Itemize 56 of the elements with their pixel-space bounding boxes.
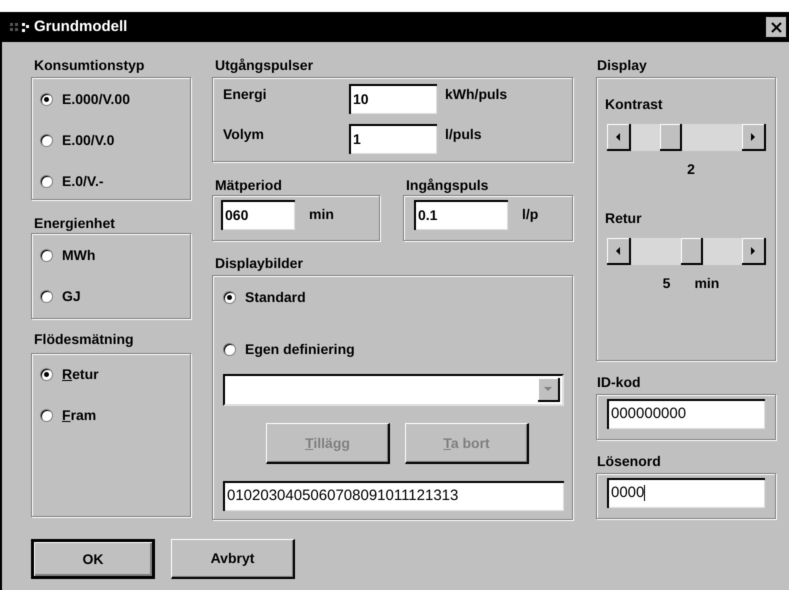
group-title: Konsumtionstyp [34, 56, 146, 75]
group-title: ID-kod [597, 373, 642, 392]
unit-label: l/puls [445, 125, 482, 144]
input-field[interactable]: 10 [349, 84, 437, 114]
sequence-field[interactable]: 0102030405060708091011121313 [223, 481, 564, 511]
radio-option[interactable]: Standard [223, 287, 306, 308]
radio-option[interactable]: E.000/V.00 [40, 89, 130, 110]
input-field[interactable]: 0000 [607, 478, 765, 508]
group-title: Flödesmätning [34, 330, 135, 349]
group-title: Energienhet [34, 214, 116, 233]
slider-thumb[interactable] [660, 124, 682, 151]
scroll-right-button[interactable] [742, 238, 766, 265]
left-arrow-icon [616, 246, 620, 254]
group-title: Utgångspulser [215, 56, 314, 75]
slider-label: Retur [605, 209, 643, 228]
close-button[interactable] [766, 17, 786, 37]
group-title: Displaybilder [215, 254, 304, 273]
scroll-left-button[interactable] [607, 124, 631, 151]
dialog-button[interactable]: Avbryt [171, 539, 295, 579]
input-field[interactable]: 1 [349, 124, 437, 154]
radio-option[interactable]: Fram [40, 405, 96, 426]
unit-label: min [309, 205, 334, 224]
unit-label: kWh/puls [445, 85, 508, 104]
group-title: Display [597, 56, 648, 75]
group-title: Mätperiod [215, 176, 283, 195]
input-field[interactable]: 0.1 [414, 200, 508, 230]
radio-option[interactable]: Retur [40, 364, 99, 385]
app-icon [10, 21, 32, 33]
group-title: Lösenord [597, 452, 662, 471]
dialog-button[interactable]: OK [31, 539, 155, 579]
radio-option[interactable]: Egen definiering [223, 339, 355, 360]
slider-label: Kontrast [605, 95, 664, 114]
slider-value: 5 [662, 274, 670, 293]
radio-option[interactable]: MWh [40, 245, 96, 266]
input-field[interactable]: 060 [221, 200, 295, 230]
right-arrow-icon [751, 132, 755, 140]
unit-label: min [694, 274, 720, 293]
slider-thumb[interactable] [680, 238, 703, 265]
radio-option[interactable]: E.0/V.- [40, 171, 104, 192]
scroll-left-button[interactable] [607, 238, 631, 265]
input-field[interactable]: 000000000 [607, 399, 765, 429]
field-label: Volym [222, 125, 265, 144]
dropdown[interactable] [223, 374, 564, 406]
group-title: Ingångspuls [406, 176, 490, 195]
field-label: Energi [222, 85, 268, 104]
right-arrow-icon [751, 246, 755, 254]
window-title: Grundmodell [34, 16, 128, 37]
radio-option[interactable]: E.00/V.0 [40, 130, 114, 151]
scroll-right-button[interactable] [742, 124, 766, 151]
left-arrow-icon [616, 132, 620, 140]
slider-value: 2 [687, 160, 695, 179]
close-icon [770, 22, 782, 32]
caret-icon [544, 387, 552, 391]
unit-label: l/p [522, 205, 538, 224]
dropdown-button[interactable] [538, 378, 560, 402]
radio-option[interactable]: GJ [40, 286, 81, 307]
